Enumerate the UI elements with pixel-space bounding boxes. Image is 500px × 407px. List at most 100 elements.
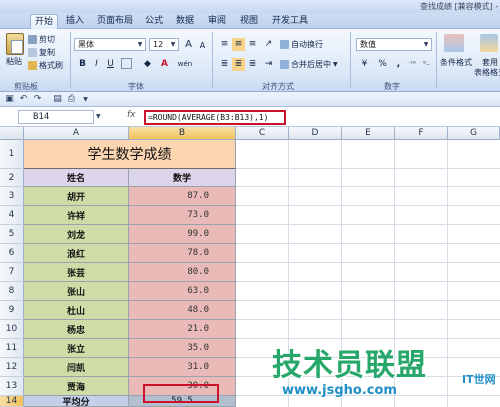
column-header-c[interactable]: C (236, 127, 289, 140)
align-center-icon[interactable]: ≣ (232, 58, 245, 71)
student-score-cell[interactable]: 35.0 (129, 339, 236, 358)
student-name-cell[interactable]: 刘龙 (24, 225, 129, 244)
currency-icon[interactable]: ¥ (358, 58, 371, 71)
student-score-cell[interactable]: 31.0 (129, 358, 236, 377)
bold-button[interactable]: B (76, 58, 89, 71)
percent-button[interactable]: % (376, 58, 389, 71)
tab-review[interactable]: 审阅 (204, 14, 230, 29)
align-top-icon[interactable]: ≡ (218, 38, 231, 51)
student-name-cell[interactable]: 杨忠 (24, 320, 129, 339)
increase-decimal-icon[interactable]: ⁺⁰ (406, 58, 419, 71)
indent-icon[interactable]: ⇥ (262, 58, 275, 71)
table-format-button[interactable]: 表格格式 (474, 67, 500, 78)
table-format-icon[interactable] (480, 34, 498, 52)
row-header[interactable]: 7 (0, 263, 24, 282)
student-name-cell[interactable]: 杜山 (24, 301, 129, 320)
align-left-icon[interactable]: ≣ (218, 58, 231, 71)
student-score-cell[interactable]: 80.0 (129, 263, 236, 282)
row-header[interactable]: 5 (0, 225, 24, 244)
border-icon[interactable] (121, 58, 132, 69)
column-header-a[interactable]: A (24, 127, 129, 140)
row-header[interactable]: 6 (0, 244, 24, 263)
select-all-corner[interactable] (0, 127, 24, 140)
student-score-cell[interactable]: 87.0 (129, 187, 236, 206)
student-score-cell[interactable]: 78.0 (129, 244, 236, 263)
number-format-combo[interactable]: 数值 ▼ (356, 38, 432, 51)
tab-formulas[interactable]: 公式 (141, 14, 167, 29)
student-name-cell[interactable]: 张立 (24, 339, 129, 358)
font-color-button[interactable]: A (158, 58, 171, 71)
align-right-icon[interactable]: ≣ (246, 58, 259, 71)
header-name-cell[interactable]: 姓名 (24, 169, 129, 187)
print-preview-icon[interactable]: ▤ (52, 94, 63, 105)
tab-insert[interactable]: 插入 (62, 14, 88, 29)
underline-button[interactable]: U (104, 58, 117, 71)
name-box[interactable]: B14 (18, 110, 94, 124)
merge-center-button[interactable]: 合并后居中 ▼ (280, 59, 338, 70)
row-header[interactable]: 12 (0, 358, 24, 377)
chevron-down-icon[interactable]: ▼ (80, 94, 91, 105)
student-name-cell[interactable]: 张山 (24, 282, 129, 301)
tab-page-layout[interactable]: 页面布局 (93, 14, 137, 29)
align-bottom-icon[interactable]: ≡ (246, 38, 259, 51)
row-header[interactable]: 13 (0, 377, 24, 396)
grow-font-button[interactable]: A (182, 38, 195, 51)
average-label-cell[interactable]: 平均分 (24, 396, 129, 407)
tab-view[interactable]: 视图 (236, 14, 262, 29)
student-score-cell[interactable]: 21.0 (129, 320, 236, 339)
student-score-cell[interactable]: 63.0 (129, 282, 236, 301)
print-icon[interactable]: ⎙ (66, 94, 77, 105)
redo-icon[interactable]: ↷ (32, 94, 43, 105)
student-score-cell[interactable]: 73.0 (129, 206, 236, 225)
fill-color-icon[interactable]: ◆ (141, 58, 154, 71)
format-painter-button[interactable]: 格式刷 (28, 60, 63, 71)
row-header[interactable]: 8 (0, 282, 24, 301)
conditional-format-icon[interactable] (444, 34, 464, 52)
tab-data[interactable]: 数据 (172, 14, 198, 29)
student-name-cell[interactable]: 胡开 (24, 187, 129, 206)
student-name-cell[interactable]: 闫凯 (24, 358, 129, 377)
tab-developer[interactable]: 开发工具 (268, 14, 312, 29)
chevron-down-icon[interactable]: ▼ (169, 40, 177, 49)
row-header[interactable]: 11 (0, 339, 24, 358)
copy-button[interactable]: 复制 (28, 47, 55, 58)
row-header[interactable]: 1 (0, 140, 24, 169)
font-size-combo[interactable]: 12 ▼ (149, 38, 179, 51)
student-name-cell[interactable]: 贾海 (24, 377, 129, 396)
student-name-cell[interactable]: 浪红 (24, 244, 129, 263)
student-name-cell[interactable]: 许祥 (24, 206, 129, 225)
row-header[interactable]: 3 (0, 187, 24, 206)
phonetic-button[interactable]: wén (176, 58, 194, 71)
row-header[interactable]: 4 (0, 206, 24, 225)
conditional-format-button[interactable]: 条件格式 (440, 57, 472, 68)
fx-icon[interactable]: fx (127, 110, 136, 120)
chevron-down-icon[interactable]: ▼ (136, 40, 144, 49)
student-score-cell[interactable]: 99.0 (129, 225, 236, 244)
undo-icon[interactable]: ↶ (18, 94, 29, 105)
column-header-f[interactable]: F (395, 127, 448, 140)
header-score-cell[interactable]: 数学 (129, 169, 236, 187)
row-header[interactable]: 10 (0, 320, 24, 339)
cut-button[interactable]: 剪切 (28, 34, 55, 45)
formula-input[interactable]: =ROUND(AVERAGE(B3:B13),1) (144, 110, 286, 125)
paste-icon[interactable] (6, 33, 24, 55)
align-middle-icon[interactable]: ≡ (232, 38, 245, 51)
student-name-cell[interactable]: 张芸 (24, 263, 129, 282)
row-header[interactable]: 9 (0, 301, 24, 320)
row-header[interactable]: 2 (0, 169, 24, 187)
chevron-down-icon[interactable]: ▼ (333, 61, 338, 68)
student-score-cell[interactable]: 48.0 (129, 301, 236, 320)
column-header-b[interactable]: B (129, 127, 236, 140)
sheet-title-cell[interactable]: 学生数学成绩 (24, 140, 236, 169)
chevron-down-icon[interactable]: ▼ (422, 40, 430, 49)
decrease-decimal-icon[interactable]: ⁰₋ (420, 58, 433, 71)
paste-button[interactable]: 粘贴 (6, 56, 22, 67)
comma-button[interactable]: , (392, 58, 405, 71)
wrap-text-button[interactable]: 自动换行 (280, 39, 323, 50)
tab-home[interactable]: 开始 (30, 14, 59, 29)
font-name-combo[interactable]: 黑体 ▼ (74, 38, 146, 51)
column-header-d[interactable]: D (289, 127, 342, 140)
orientation-icon[interactable]: ↗ (262, 38, 275, 51)
shrink-font-button[interactable]: A (196, 39, 209, 52)
save-icon[interactable]: ▣ (4, 94, 15, 105)
